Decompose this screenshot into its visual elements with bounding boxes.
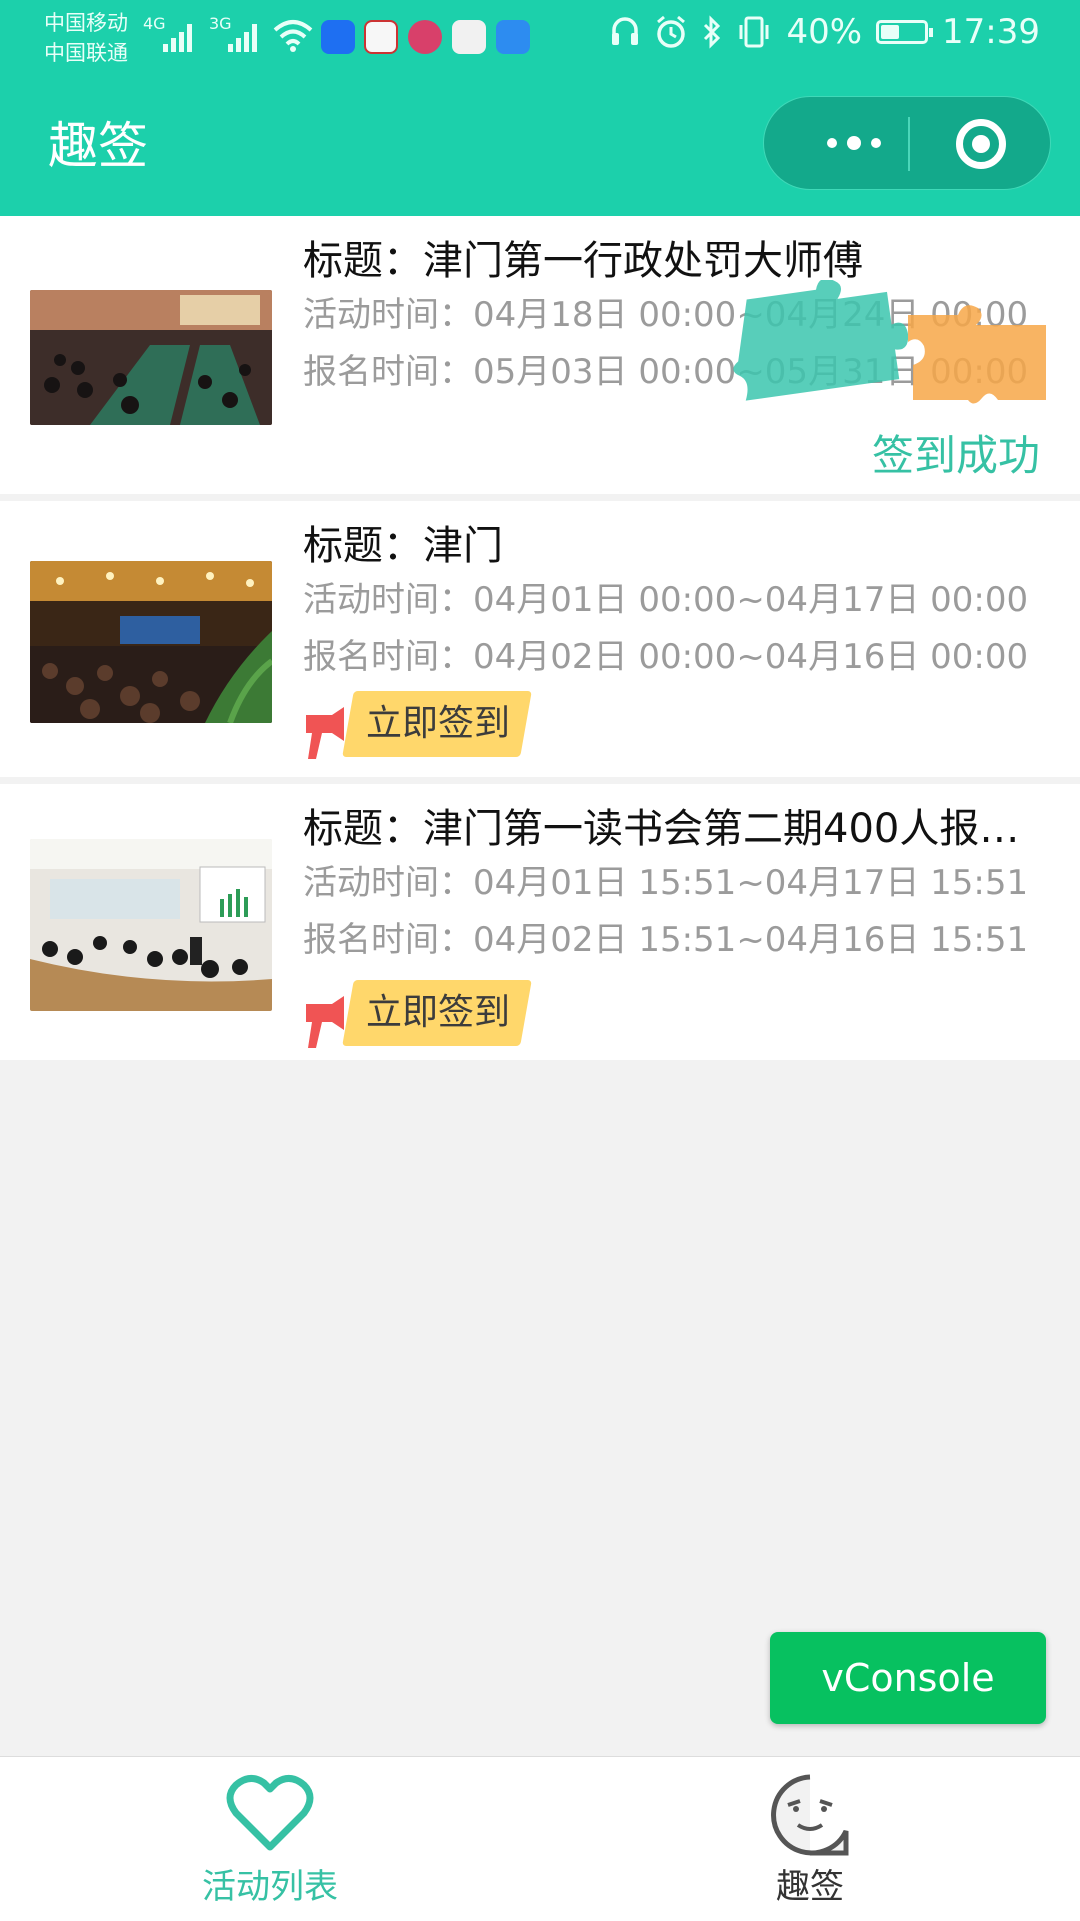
activity-time: 活动时间：04月01日 00:00~04月17日 00:00 [303,580,1029,620]
more-dots-icon[interactable] [804,115,904,171]
target-close-icon[interactable] [956,119,1006,169]
activity-card[interactable]: 标题：津门第一读书会第二期400人报名上限活动 活动时间：04月01日 15:5… [0,784,1080,1060]
activity-title: 标题：津门 [303,523,503,569]
tab-label: 活动列表 [202,1867,338,1907]
clock-time: 17:39 [942,12,1040,52]
vconsole-button[interactable]: vConsole [770,1632,1046,1724]
shield-app-icon [321,20,355,54]
mini-program-capsule [763,96,1051,190]
carrier-2: 中国联通 [44,41,128,65]
bottom-tab-bar: 活动列表 趣签 [0,1756,1080,1921]
signal-icon [163,22,199,52]
capsule-divider [908,117,910,171]
signup-time: 报名时间：04月02日 15:51~04月16日 15:51 [303,920,1029,960]
sign-in-button-label: 立即签到 [365,992,510,1033]
alarm-icon [657,15,686,48]
carrier-1: 中国移动 [44,11,128,35]
page-title: 趣签 [48,117,148,175]
wifi-key-app-icon [496,20,530,54]
bluetooth-icon [704,15,721,49]
sign-in-now-button[interactable]: 立即签到 [302,691,532,761]
camera-app-icon [452,20,486,54]
activity-title: 标题：津门第一行政处罚大师傅 [303,238,863,284]
signal-icon [228,22,264,52]
sign-in-now-button[interactable]: 立即签到 [302,980,532,1050]
battery-icon [876,20,934,44]
activity-time: 活动时间：04月01日 15:51~04月17日 15:51 [303,863,1029,903]
auditorium-photo [30,561,272,723]
tab-activity-list[interactable]: 活动列表 [0,1757,540,1921]
activity-card[interactable]: 标题：津门 活动时间：04月01日 00:00~04月17日 00:00 报名时… [0,501,1080,777]
lecture-hall-photo [30,839,272,1011]
signup-time: 报名时间：04月02日 00:00~04月16日 00:00 [303,637,1029,677]
face-icon [771,1774,849,1856]
sign-in-button-label: 立即签到 [365,703,510,744]
pet-app-icon [408,20,442,54]
vibrate-icon [739,16,769,48]
headset-icon [612,17,639,45]
activity-title: 标题：津门第一读书会第二期400人报名上限活动 [303,806,1043,852]
sign-in-success-text: 签到成功 [871,431,1040,480]
battery-percent: 40% [786,12,863,52]
heart-icon [226,1775,314,1851]
megaphone-icon [306,707,344,759]
top-navigation-bar: 中国移动 中国联通 4G 3G 40% 17:39 趣签 [0,0,1080,216]
status-right: 40% 17:39 [610,12,1040,52]
tab-quqian[interactable]: 趣签 [540,1757,1080,1921]
puzzle-stamp-icon [733,280,1046,404]
activity-card[interactable]: 标题：津门第一行政处罚大师傅 活动时间：04月18日 00:00~04月24日 … [0,216,1080,494]
bank-app-icon [364,20,398,54]
carrier-labels: 中国移动 中国联通 [44,8,128,68]
wifi-icon [273,20,313,52]
megaphone-icon [306,996,344,1048]
status-bar: 中国移动 中国联通 4G 3G 40% 17:39 [0,0,1080,76]
conference-room-photo [30,290,272,425]
tab-label: 趣签 [776,1867,844,1907]
